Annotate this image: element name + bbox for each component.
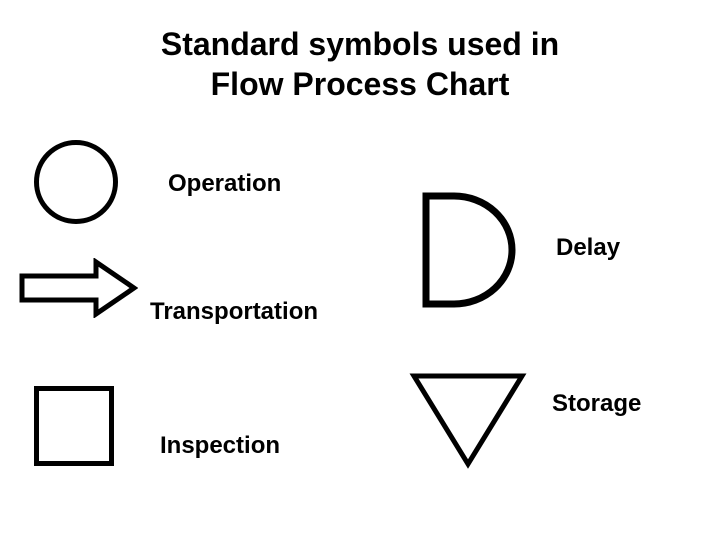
delay-label: Delay <box>556 234 620 262</box>
transportation-label: Transportation <box>150 298 318 326</box>
page-title: Standard symbols used in Flow Process Ch… <box>0 24 720 104</box>
arrow-icon <box>18 258 138 318</box>
storage-label: Storage <box>552 390 641 418</box>
title-line-1: Standard symbols used in <box>161 26 559 62</box>
square-icon <box>34 386 114 466</box>
triangle-icon <box>408 370 528 470</box>
operation-label: Operation <box>168 170 281 198</box>
circle-icon <box>34 140 118 224</box>
inspection-label: Inspection <box>160 432 280 460</box>
d-shape-icon <box>420 190 520 310</box>
title-line-2: Flow Process Chart <box>211 66 510 102</box>
